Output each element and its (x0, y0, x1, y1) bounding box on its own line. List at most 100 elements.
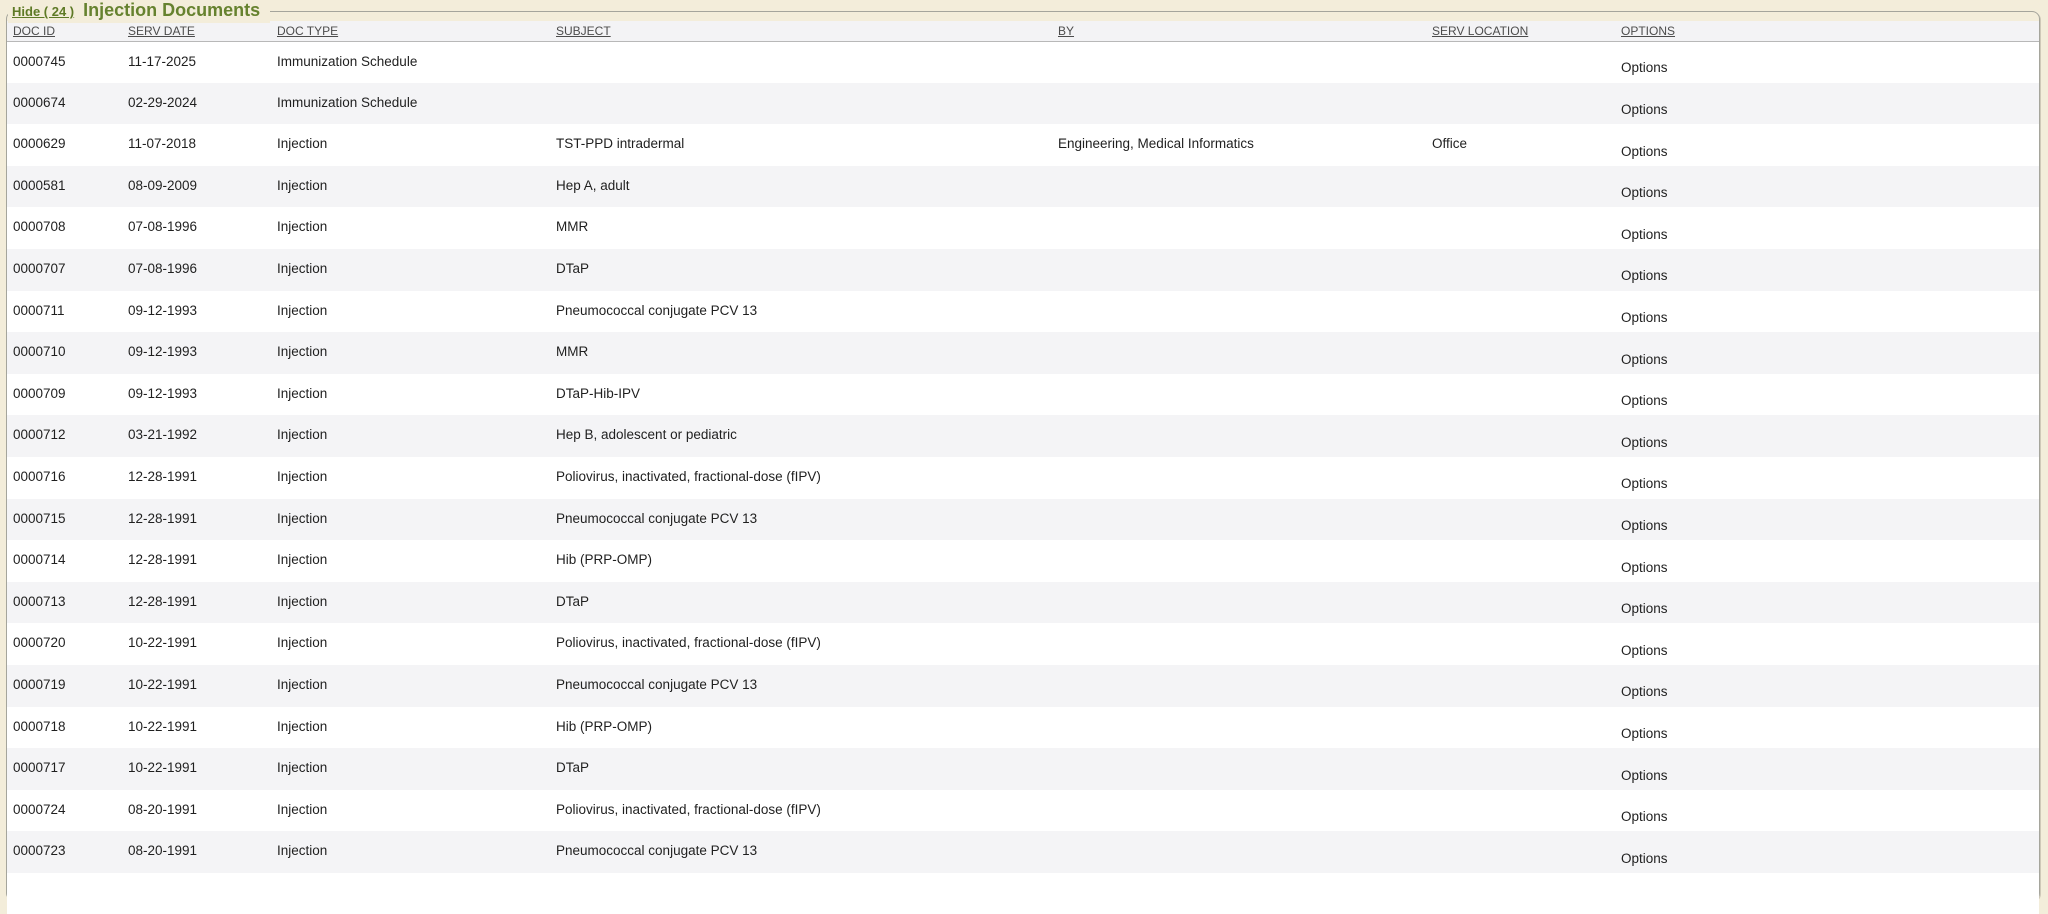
cell-doc-id: 0000581 (7, 166, 122, 208)
cell-serv-date: 10-22-1991 (122, 665, 271, 707)
options-button[interactable]: Options (1621, 352, 1668, 367)
col-options-sort-link[interactable]: OPTIONS (1621, 24, 1675, 38)
cell-by (1052, 665, 1426, 707)
cell-by (1052, 41, 1426, 83)
options-button[interactable]: Options (1621, 601, 1668, 616)
cell-serv-location (1426, 374, 1615, 416)
cell-options: Options (1615, 582, 2039, 624)
cell-subject: Poliovirus, inactivated, fractional-dose… (550, 457, 1052, 499)
cell-by (1052, 582, 1426, 624)
cell-doc-type: Injection (271, 332, 550, 374)
cell-by (1052, 831, 1426, 873)
cell-options: Options (1615, 291, 2039, 333)
options-button[interactable]: Options (1621, 726, 1668, 741)
cell-options: Options (1615, 457, 2039, 499)
cell-doc-type: Injection (271, 582, 550, 624)
cell-doc-id: 0000708 (7, 207, 122, 249)
cell-options: Options (1615, 207, 2039, 249)
cell-serv-location (1426, 457, 1615, 499)
cell-by (1052, 748, 1426, 790)
cell-serv-location (1426, 332, 1615, 374)
col-subject-sort-link[interactable]: SUBJECT (556, 24, 611, 38)
table-row: 000074511-17-2025Immunization ScheduleOp… (7, 41, 2039, 83)
cell-serv-location (1426, 207, 1615, 249)
options-button[interactable]: Options (1621, 518, 1668, 533)
cell-serv-location (1426, 748, 1615, 790)
cell-subject: Poliovirus, inactivated, fractional-dose… (550, 623, 1052, 665)
cell-serv-date: 12-28-1991 (122, 582, 271, 624)
cell-serv-date: 07-08-1996 (122, 249, 271, 291)
cell-by (1052, 707, 1426, 749)
col-serv-date-sort-link[interactable]: SERV DATE (128, 24, 195, 38)
col-doc-type-sort-link[interactable]: DOC TYPE (277, 24, 338, 38)
cell-doc-type: Injection (271, 499, 550, 541)
cell-subject: MMR (550, 207, 1052, 249)
cell-subject: Pneumococcal conjugate PCV 13 (550, 665, 1052, 707)
options-button[interactable]: Options (1621, 435, 1668, 450)
table-row: 000071910-22-1991InjectionPneumococcal c… (7, 665, 2039, 707)
cell-serv-location (1426, 665, 1615, 707)
options-button[interactable]: Options (1621, 227, 1668, 242)
cell-by (1052, 207, 1426, 249)
cell-doc-type: Immunization Schedule (271, 41, 550, 83)
options-button[interactable]: Options (1621, 684, 1668, 699)
cell-subject: DTaP (550, 249, 1052, 291)
cell-serv-date: 11-17-2025 (122, 41, 271, 83)
cell-doc-type: Injection (271, 748, 550, 790)
options-button[interactable]: Options (1621, 144, 1668, 159)
table-row: 000071009-12-1993InjectionMMROptions (7, 332, 2039, 374)
cell-doc-type: Injection (271, 249, 550, 291)
options-button[interactable]: Options (1621, 268, 1668, 283)
cell-serv-date: 07-08-1996 (122, 207, 271, 249)
options-button[interactable]: Options (1621, 768, 1668, 783)
options-button[interactable]: Options (1621, 393, 1668, 408)
cell-serv-location (1426, 582, 1615, 624)
cell-doc-id: 0000723 (7, 831, 122, 873)
cell-by (1052, 499, 1426, 541)
col-doc-id-sort-link[interactable]: DOC ID (13, 24, 55, 38)
table-row: 000071412-28-1991InjectionHib (PRP-OMP)O… (7, 540, 2039, 582)
options-button[interactable]: Options (1621, 102, 1668, 117)
options-button[interactable]: Options (1621, 310, 1668, 325)
cell-serv-location (1426, 291, 1615, 333)
col-subject: SUBJECT (550, 21, 1052, 41)
cell-doc-id: 0000713 (7, 582, 122, 624)
table-row: 000072408-20-1991InjectionPoliovirus, in… (7, 790, 2039, 832)
col-doc-type: DOC TYPE (271, 21, 550, 41)
cell-subject: DTaP (550, 748, 1052, 790)
cell-serv-date: 09-12-1993 (122, 374, 271, 416)
cell-by (1052, 83, 1426, 125)
cell-options: Options (1615, 707, 2039, 749)
documents-table: DOC ID SERV DATE DOC TYPE SUBJECT BY SERV LOC… (7, 21, 2039, 914)
cell-serv-date: 08-09-2009 (122, 166, 271, 208)
options-button[interactable]: Options (1621, 60, 1668, 75)
cell-subject: TST-PPD intradermal (550, 124, 1052, 166)
cell-doc-type: Injection (271, 124, 550, 166)
options-button[interactable]: Options (1621, 560, 1668, 575)
cell-serv-location (1426, 415, 1615, 457)
options-button[interactable]: Options (1621, 851, 1668, 866)
options-button[interactable]: Options (1621, 643, 1668, 658)
table-row: 000070909-12-1993InjectionDTaP-Hib-IPVOp… (7, 374, 2039, 416)
cell-options: Options (1615, 748, 2039, 790)
cell-serv-date: 11-07-2018 (122, 124, 271, 166)
cell-doc-id: 0000719 (7, 665, 122, 707)
cell-by (1052, 790, 1426, 832)
cell-subject: Poliovirus, inactivated, fractional-dose… (550, 790, 1052, 832)
cell-serv-location (1426, 831, 1615, 873)
options-button[interactable]: Options (1621, 185, 1668, 200)
col-serv-date: SERV DATE (122, 21, 271, 41)
hide-toggle-link[interactable]: Hide ( 24 ) (12, 1, 74, 22)
cell-doc-type: Injection (271, 457, 550, 499)
col-by-sort-link[interactable]: BY (1058, 24, 1074, 38)
cell-options: Options (1615, 83, 2039, 125)
cell-doc-id: 0000709 (7, 374, 122, 416)
cell-by (1052, 415, 1426, 457)
options-button[interactable]: Options (1621, 809, 1668, 824)
table-row: 000071612-28-1991InjectionPoliovirus, in… (7, 457, 2039, 499)
cell-by (1052, 249, 1426, 291)
options-button[interactable]: Options (1621, 476, 1668, 491)
col-serv-location-sort-link[interactable]: SERV LOCATION (1432, 24, 1528, 38)
cell-options: Options (1615, 790, 2039, 832)
cell-serv-date: 12-28-1991 (122, 540, 271, 582)
